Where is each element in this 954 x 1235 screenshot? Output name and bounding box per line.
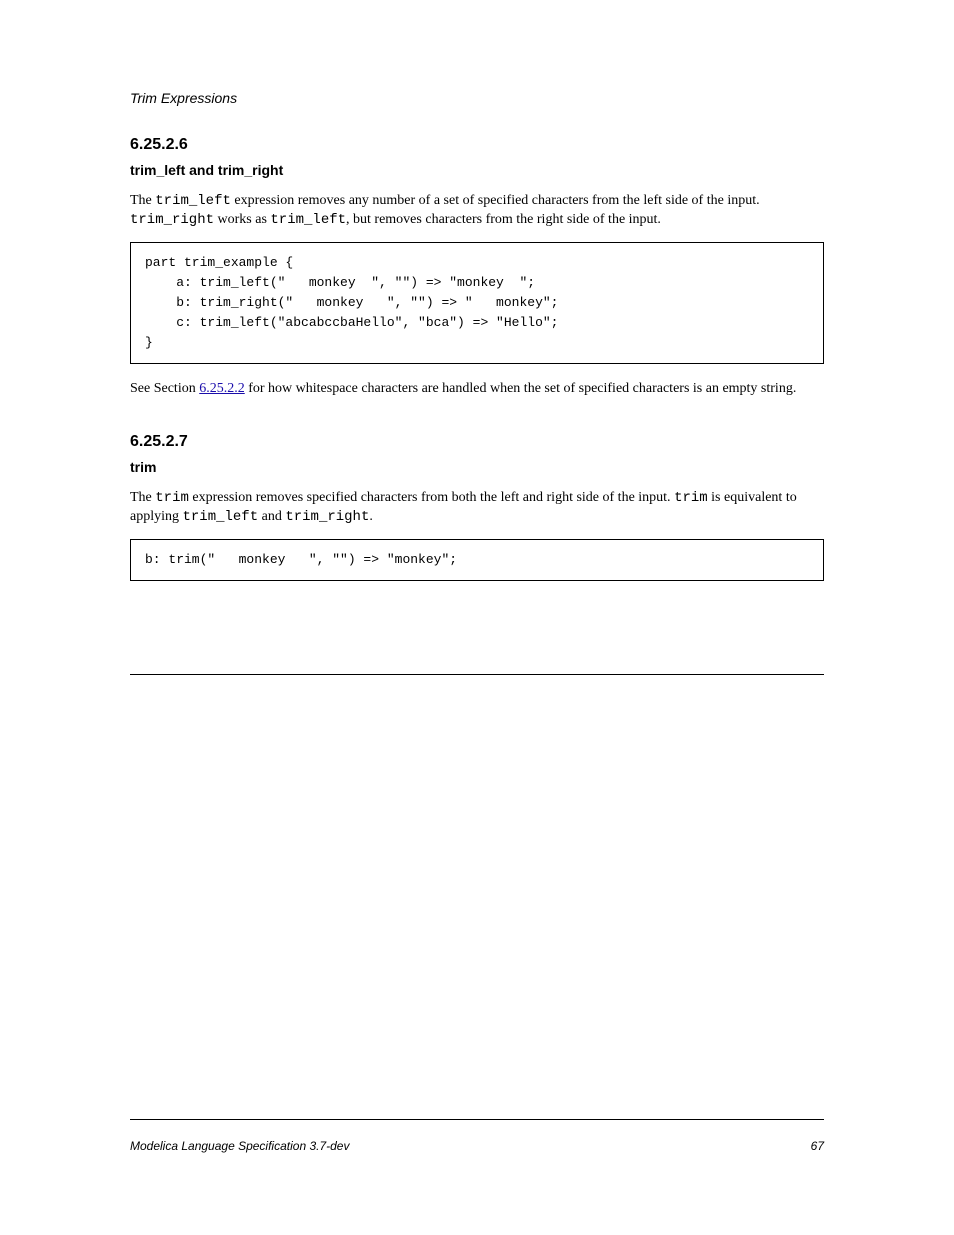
section-number: 6.25.2.6 xyxy=(130,136,824,154)
inline-code: trim_left xyxy=(270,212,346,228)
cross-reference-link[interactable]: 6.25.2.2 xyxy=(199,381,245,396)
inline-code: trim_right xyxy=(130,212,214,228)
section-title: trim xyxy=(130,459,824,475)
running-header: Trim Expressions xyxy=(130,90,824,106)
text: and xyxy=(258,509,285,524)
text: The xyxy=(130,490,155,505)
text: . xyxy=(369,509,373,524)
section-number: 6.25.2.7 xyxy=(130,433,824,451)
document-page: Trim Expressions 6.25.2.6 trim_left and … xyxy=(0,0,954,1235)
inline-code: trim_left xyxy=(183,509,259,525)
inline-code: trim xyxy=(155,490,189,506)
page-number: 67 xyxy=(811,1139,824,1153)
horizontal-rule xyxy=(130,674,824,675)
inline-code: trim xyxy=(674,490,708,506)
paragraph: The trim expression removes specified ch… xyxy=(130,489,824,527)
code-block: part trim_example { a: trim_left(" monke… xyxy=(130,242,824,365)
text: for how whitespace characters are handle… xyxy=(245,381,797,396)
paragraph: The trim_left expression removes any num… xyxy=(130,192,824,230)
page-footer: Modelica Language Specification 3.7-dev … xyxy=(130,1139,824,1153)
section-title: trim_left and trim_right xyxy=(130,162,824,178)
text: expression removes any number of a set o… xyxy=(231,193,760,208)
inline-code: trim_right xyxy=(285,509,369,525)
paragraph: See Section 6.25.2.2 for how whitespace … xyxy=(130,380,824,399)
text: works as xyxy=(214,212,270,227)
footer-left: Modelica Language Specification 3.7-dev xyxy=(130,1139,349,1153)
inline-code: trim_left xyxy=(155,193,231,209)
code-block: b: trim(" monkey ", "") => "monkey"; xyxy=(130,539,824,581)
text: expression removes specified characters … xyxy=(189,490,674,505)
text: See Section xyxy=(130,381,199,396)
horizontal-rule xyxy=(130,1119,824,1120)
text: , but removes characters from the right … xyxy=(346,212,661,227)
text: The xyxy=(130,193,155,208)
